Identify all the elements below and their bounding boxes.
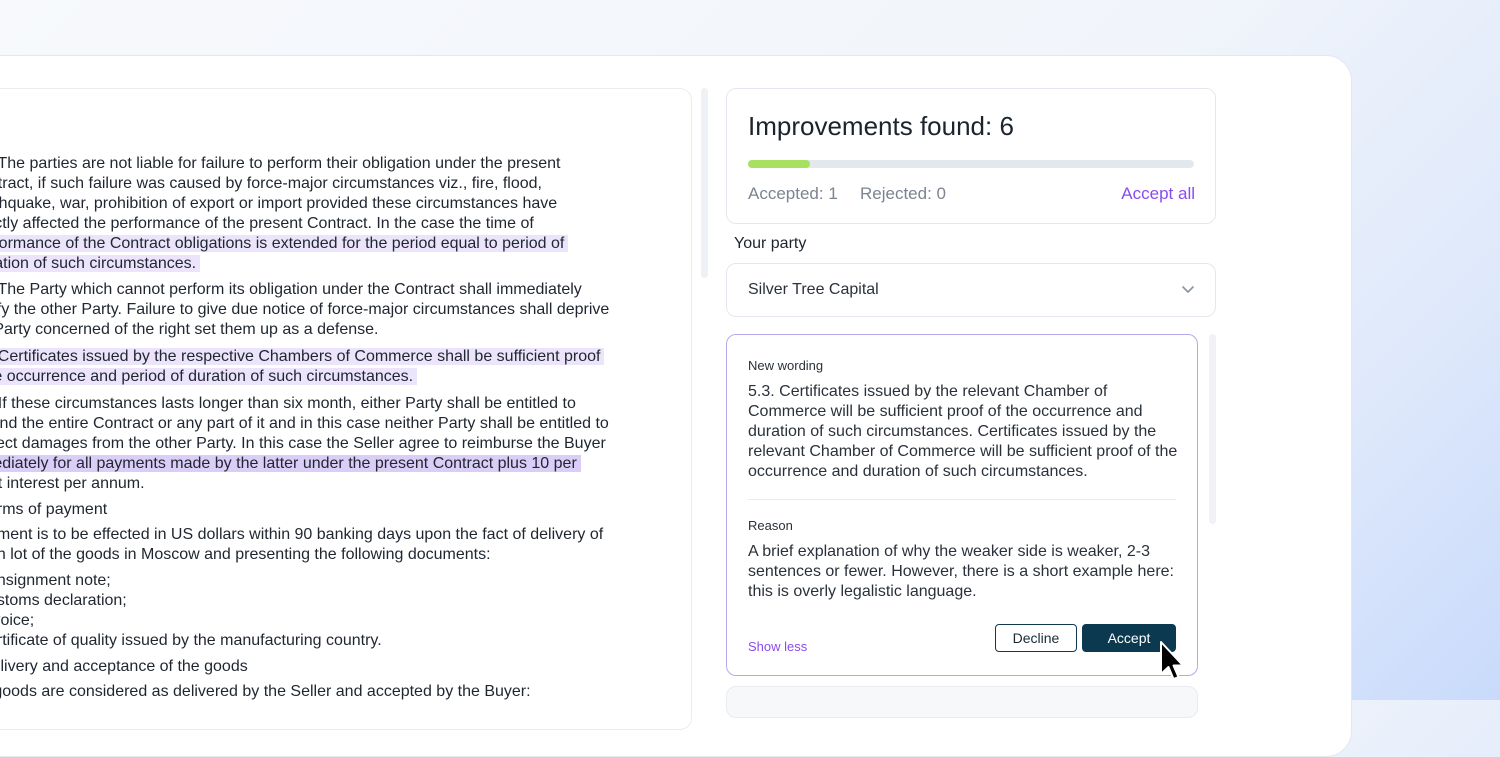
- chevron-down-icon: [1182, 286, 1194, 293]
- document-text: ontract, if such failure was caused by f…: [0, 175, 542, 192]
- document-text: ollect damages from the other Party. In …: [0, 435, 606, 452]
- highlighted-text[interactable]: uration of such circumstances.: [0, 255, 201, 272]
- highlighted-text[interactable]: mediately for all payments made by the l…: [0, 455, 581, 472]
- accepted-count: Accepted: 1: [748, 184, 838, 203]
- document-line: invoice;: [0, 611, 382, 631]
- document-line: uration of such circumstances.: [0, 254, 568, 274]
- document-text: ayment is to be effected in US dollars w…: [0, 526, 604, 543]
- document-line: arthquake, war, prohibition of export or…: [0, 194, 568, 214]
- document-paragraph: consignment note; customs declaration; inv…: [0, 571, 382, 651]
- document-line: otify the other Party. Failure to give d…: [0, 300, 609, 320]
- document-line: Delivery and acceptance of the goods: [0, 657, 248, 677]
- your-party-label: Your party: [734, 235, 807, 252]
- reason-label: Reason: [748, 518, 793, 533]
- document-line: 1. The parties are not liable for failur…: [0, 154, 568, 174]
- new-wording-line: 5.3. Certificates issued by the relevant…: [748, 383, 1108, 400]
- show-less-link[interactable]: Show less: [748, 639, 807, 654]
- document-line: Terms of payment: [0, 500, 107, 520]
- document-line: ent interest per annum.: [0, 474, 609, 494]
- document-line: ayment is to be effected in US dollars w…: [0, 525, 603, 545]
- document-text: e Party concerned of the right set them …: [0, 321, 379, 338]
- document-text: 2. The Party which cannot perform its ob…: [0, 281, 582, 298]
- document-line: ach lot of the goods in Moscow and prese…: [0, 545, 603, 565]
- new-wording-line: duration of such circumstances. Certific…: [748, 423, 1157, 440]
- divider: [748, 499, 1176, 500]
- document-text: 1. The parties are not liable for failur…: [0, 155, 561, 172]
- reason-text: A brief explanation of why the weaker si…: [748, 542, 1174, 602]
- reason-line: A brief explanation of why the weaker si…: [748, 543, 1150, 560]
- document-text: Terms of payment: [0, 501, 108, 518]
- document-line: the occurrence and period of duration of…: [0, 367, 604, 387]
- document-paragraph: 2. The Party which cannot perform its ob…: [0, 280, 609, 340]
- party-select[interactable]: Silver Tree Capital: [726, 263, 1216, 317]
- new-wording-text: 5.3. Certificates issued by the relevant…: [748, 382, 1177, 482]
- review-progress-bar: [748, 160, 1194, 168]
- improvements-summary-card: Improvements found: 6 Accepted: 1 Reject…: [726, 88, 1216, 224]
- document-text: invoice;: [0, 612, 35, 629]
- document-paragraph: ayment is to be effected in US dollars w…: [0, 525, 603, 565]
- reason-line: this is overly legalistic language.: [748, 583, 977, 600]
- document-line: customs declaration;: [0, 591, 382, 611]
- document-line: 2. The Party which cannot perform its ob…: [0, 280, 609, 300]
- highlighted-text[interactable]: 3. Certificates issued by the respective…: [0, 348, 605, 365]
- next-suggestion-card[interactable]: [726, 686, 1198, 718]
- document-line: e goods are considered as delivered by t…: [0, 682, 531, 702]
- highlighted-text[interactable]: erformance of the Contract obligations i…: [0, 235, 569, 252]
- document-line: scind the entire Contract or any part of…: [0, 414, 609, 434]
- panel-scrollbar[interactable]: [1209, 334, 1216, 524]
- document-line: e Party concerned of the right set them …: [0, 320, 609, 340]
- document-text: scind the entire Contract or any part of…: [0, 415, 609, 432]
- decline-button[interactable]: Decline: [995, 624, 1077, 652]
- highlighted-text[interactable]: the occurrence and period of duration of…: [0, 368, 418, 385]
- document-text: ach lot of the goods in Moscow and prese…: [0, 546, 491, 563]
- document-text: customs declaration;: [0, 592, 127, 609]
- reason-line: sentences or fewer. However, there is a …: [748, 563, 1174, 580]
- improvements-title: Improvements found: 6: [748, 111, 1014, 141]
- document-line: erformance of the Contract obligations i…: [0, 234, 569, 254]
- document-paragraph: 4. If these circumstances lasts longer t…: [0, 394, 609, 494]
- document-text: Delivery and acceptance of the goods: [0, 658, 248, 675]
- document-text: otify the other Party. Failure to give d…: [0, 301, 610, 318]
- party-select-value: Silver Tree Capital: [748, 281, 879, 298]
- document-line: consignment note;: [0, 571, 382, 591]
- document-text: arthquake, war, prohibition of export or…: [0, 195, 558, 212]
- document-line: mediately for all payments made by the l…: [0, 454, 609, 474]
- document-line: ontract, if such failure was caused by f…: [0, 174, 568, 194]
- document-line: 4. If these circumstances lasts longer t…: [0, 394, 609, 414]
- document-line: certificate of quality issued by the man…: [0, 631, 382, 651]
- new-wording-label: New wording: [748, 358, 824, 373]
- document-paragraph: 3. Certificates issued by the respective…: [0, 347, 605, 387]
- accept-all-link[interactable]: Accept all: [1121, 184, 1195, 204]
- document-text: rectly affected the performance of the p…: [0, 215, 534, 232]
- document-paragraph: Terms of payment: [0, 500, 107, 520]
- review-progress-fill: [748, 160, 811, 168]
- new-wording-line: occurrence and duration of such circumst…: [748, 463, 1088, 480]
- rejected-count: Rejected: 0: [860, 184, 946, 203]
- document-text: certificate of quality issued by the man…: [0, 632, 382, 649]
- document-line: rectly affected the performance of the p…: [0, 214, 568, 234]
- document-paragraph: e goods are considered as delivered by t…: [0, 682, 531, 702]
- document-paragraph: Delivery and acceptance of the goods: [0, 657, 248, 677]
- document-paragraph: 1. The parties are not liable for failur…: [0, 154, 569, 274]
- new-wording-line: Commerce will be sufficient proof of the…: [748, 403, 1143, 420]
- document-line: 3. Certificates issued by the respective…: [0, 347, 605, 367]
- document-text: 4. If these circumstances lasts longer t…: [0, 395, 576, 412]
- new-wording-line: relevant Chamber of Commerce will be suf…: [748, 443, 1178, 460]
- document-line: ollect damages from the other Party. In …: [0, 434, 609, 454]
- document-scrollbar[interactable]: [701, 88, 708, 278]
- suggestion-card: New wording 5.3. Certificates issued by …: [726, 334, 1198, 676]
- document-text: ent interest per annum.: [0, 475, 145, 492]
- mouse-cursor-icon: [1160, 641, 1184, 680]
- document-text: consignment note;: [0, 572, 111, 589]
- document-text: e goods are considered as delivered by t…: [0, 683, 531, 700]
